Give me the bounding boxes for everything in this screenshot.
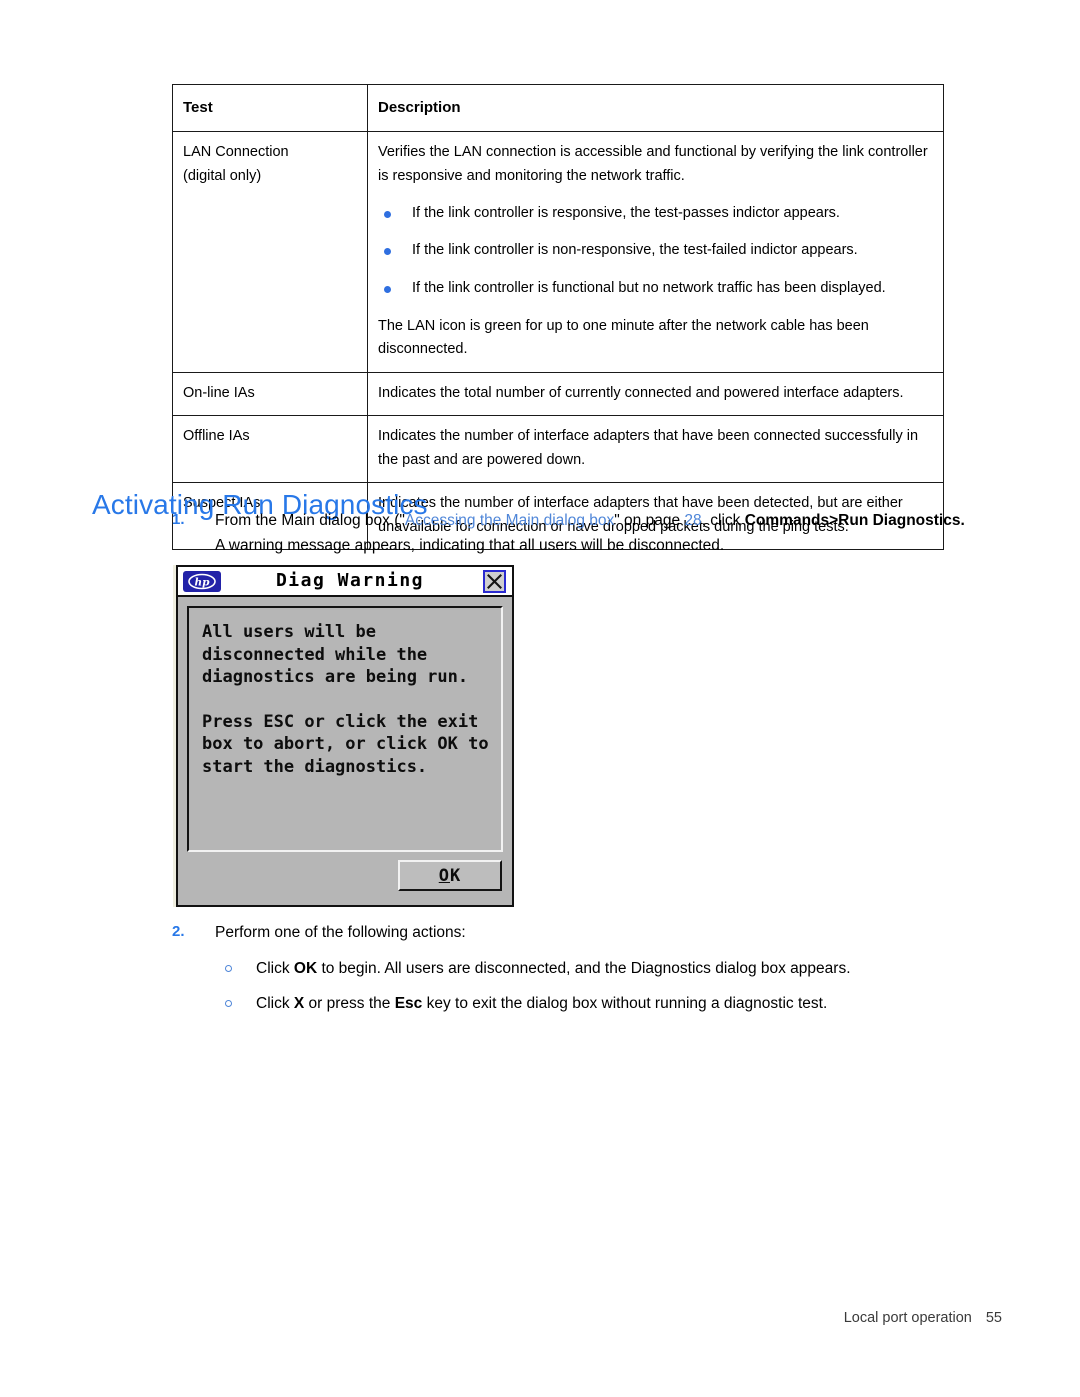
close-icon[interactable] [483,569,506,593]
dialog-message-part-1: All users will be disconnected while the… [202,622,469,688]
list-item: If the link controller is responsive, th… [378,202,933,225]
cell-description: Indicates the number of interface adapte… [367,415,944,484]
hp-logo-icon: hp [183,570,221,592]
page-reference[interactable]: 28 [684,512,701,529]
step-1-text-b: " on page [614,512,685,529]
list-item-click-ok: Click OK to begin. All users are disconn… [215,956,972,981]
description-intro: Verifies the LAN connection is accessibl… [378,144,928,184]
step-2-text: Perform one of the following actions: [215,924,466,941]
option-2-text-c: key to exit the dialog box without runni… [422,995,828,1013]
option-2-text-b: or press the [304,995,395,1013]
cell-test-name: Offline IAs [172,415,368,484]
diag-warning-dialog-figure: hp Diag Warning All users will be discon… [172,562,516,908]
column-header-description: Description [367,83,944,133]
page-footer: Local port operation 55 [844,1310,1002,1326]
step-1: 1. From the Main dialog box ("Accessing … [172,508,972,558]
step-1-text-d: A warning message appears, indicating th… [215,537,725,555]
procedure-steps-continued: 2. Perform one of the following actions:… [172,920,972,1026]
step-1-number: 1. [172,511,185,528]
dialog-message-panel: All users will be disconnected while the… [187,606,503,852]
step-2: 2. Perform one of the following actions:… [172,920,972,1016]
option-2-bold-2: Esc [394,995,423,1013]
cell-test-name: On-line IAs [172,371,368,417]
link-accessing-main-dialog-box[interactable]: Accessing the Main dialog box [405,512,614,529]
message-spacer [202,689,489,711]
test-description-table: Test Description LAN Connection (digital… [172,83,944,551]
procedure-steps: 1. From the Main dialog box ("Accessing … [172,508,972,564]
ok-button[interactable]: OK [398,860,502,891]
dialog-title: Diag Warning [275,570,425,591]
dialog-title-bar: hp Diag Warning [178,567,512,597]
description-outro: The LAN icon is green for up to one minu… [378,317,869,358]
diag-warning-dialog: hp Diag Warning All users will be discon… [176,565,514,907]
option-1-bold: OK [293,960,318,978]
list-item: If the link controller is functional but… [378,277,933,300]
column-header-test: Test [172,83,368,133]
test-name-line-2: (digital only) [183,167,262,184]
step-1-text-a: From the Main dialog box (" [215,512,405,529]
document-page: Test Description LAN Connection (digital… [0,0,1080,1397]
footer-page-number: 55 [985,1310,1002,1326]
cell-description: Indicates the total number of currently … [367,371,944,417]
step-1-text-c: , click [701,512,745,529]
dialog-body: All users will be disconnected while the… [178,597,512,852]
list-item: If the link controller is non-responsive… [378,239,933,262]
footer-label: Local port operation [843,1310,972,1326]
dialog-message-part-2: Press ESC or click the exit box to abort… [202,711,489,778]
table-header-row: Test Description [172,83,944,133]
ok-button-mnemonic: O [438,865,450,886]
step-1-text: From the Main dialog box ("Accessing the… [215,508,972,558]
dialog-footer: OK [178,852,512,891]
cell-test-name: LAN Connection (digital only) [172,131,368,373]
test-name-line-1: LAN Connection [183,144,289,161]
svg-text:hp: hp [195,576,211,588]
description-bullet-list: If the link controller is responsive, th… [378,202,933,300]
table-row: Offline IAs Indicates the number of inte… [172,415,944,484]
option-2-text-a: Click [256,995,294,1013]
table-row: LAN Connection (digital only) Verifies t… [172,131,944,373]
table-row: On-line IAs Indicates the total number o… [172,371,944,417]
step-1-menu-path: Commands>Run Diagnostics. [744,512,965,529]
list-item-click-x: Click X or press the Esc key to exit the… [215,991,972,1016]
option-2-bold: X [293,995,305,1013]
option-1-text-b: to begin. All users are disconnected, an… [317,960,851,978]
ok-button-label-rest: K [450,865,462,886]
step-2-options: Click OK to begin. All users are disconn… [215,956,972,1016]
cell-description: Verifies the LAN connection is accessibl… [367,131,944,373]
step-2-number: 2. [172,923,185,940]
option-1-text-a: Click [256,960,294,978]
